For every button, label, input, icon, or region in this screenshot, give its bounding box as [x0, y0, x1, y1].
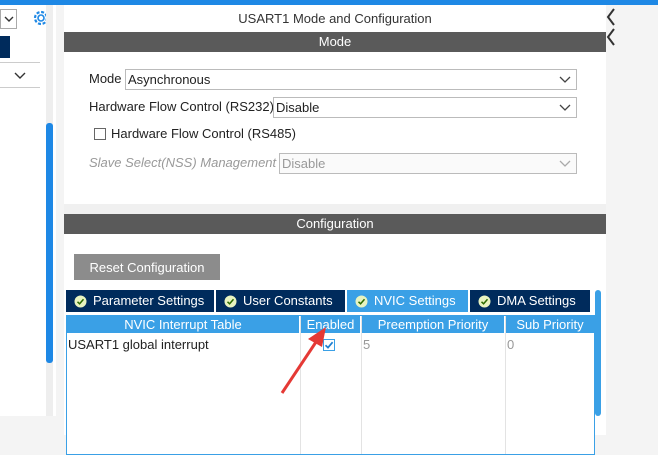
nvic-interrupt-table: NVIC Interrupt Table Enabled Preemption … — [66, 315, 595, 455]
configuration-section: Reset Configuration Parameter Settings U… — [64, 234, 606, 455]
mode-section: Mode Asynchronous Hardware Flow Control … — [64, 52, 606, 204]
table-row-interrupt-name: USART1 global interrupt — [68, 337, 209, 352]
section-gap — [64, 204, 606, 214]
config-tabs: Parameter Settings User Constants NVIC S… — [66, 290, 596, 312]
selected-category-marker[interactable] — [0, 36, 10, 58]
collapse-left-icon[interactable] — [606, 7, 616, 47]
hfc-rs232-select[interactable]: Disable — [273, 97, 577, 118]
column-divider — [361, 316, 362, 454]
chevron-down-icon — [559, 104, 571, 111]
sub-priority-cell[interactable]: 0 — [507, 336, 593, 354]
configuration-section-header: Configuration — [64, 214, 606, 234]
check-circle-icon — [355, 295, 368, 307]
chevron-down-icon — [4, 16, 13, 22]
chevron-down-icon — [559, 76, 571, 83]
reset-configuration-button[interactable]: Reset Configuration — [74, 254, 220, 280]
check-circle-icon — [478, 295, 491, 307]
left-panel — [0, 5, 56, 416]
tab-label: User Constants — [243, 293, 333, 308]
tab-label: DMA Settings — [497, 293, 576, 308]
enabled-checkbox[interactable] — [323, 339, 335, 351]
hfc-rs232-label: Hardware Flow Control (RS232) — [89, 99, 274, 114]
right-side-strip — [606, 5, 658, 416]
checkbox-checked-icon — [324, 341, 334, 349]
column-header-preemption[interactable]: Preemption Priority — [362, 316, 504, 333]
chevron-down-icon — [14, 72, 26, 79]
left-scrollbar-thumb[interactable] — [46, 123, 53, 363]
mode-label: Mode — [89, 71, 122, 86]
tab-user-constants[interactable]: User Constants — [216, 290, 345, 312]
left-collapse-row[interactable] — [0, 62, 40, 88]
hfc-rs232-value: Disable — [276, 100, 320, 115]
column-divider — [505, 316, 506, 454]
preemption-priority-cell[interactable]: 5 — [363, 336, 503, 354]
hfc-rs485-checkbox[interactable] — [94, 128, 106, 140]
column-header-interrupt[interactable]: NVIC Interrupt Table — [67, 316, 299, 333]
check-circle-icon — [74, 295, 87, 307]
mode-select[interactable]: Asynchronous — [125, 69, 577, 90]
column-header-enabled[interactable]: Enabled — [301, 316, 360, 333]
check-circle-icon — [224, 295, 237, 307]
mode-section-header: Mode — [64, 32, 606, 52]
usart1-config-panel: USART1 Mode and Configuration Mode Mode … — [64, 5, 606, 455]
config-scrollbar-thumb[interactable] — [595, 290, 601, 416]
tab-nvic-settings[interactable]: NVIC Settings — [347, 290, 468, 312]
nss-select: Disable — [279, 153, 577, 174]
nss-label: Slave Select(NSS) Management — [89, 155, 277, 170]
column-divider — [300, 316, 301, 454]
nss-value: Disable — [282, 156, 326, 171]
column-header-sub-priority[interactable]: Sub Priority — [506, 316, 594, 333]
tab-label: NVIC Settings — [374, 293, 456, 308]
tab-label: Parameter Settings — [93, 293, 205, 308]
left-dropdown[interactable] — [0, 9, 17, 29]
panel-title: USART1 Mode and Configuration — [238, 11, 432, 26]
tab-dma-settings[interactable]: DMA Settings — [470, 290, 590, 312]
hfc-rs485-label: Hardware Flow Control (RS485) — [111, 126, 296, 141]
chevron-down-icon — [559, 160, 571, 167]
tab-parameter-settings[interactable]: Parameter Settings — [66, 290, 214, 312]
mode-select-value: Asynchronous — [128, 72, 211, 87]
